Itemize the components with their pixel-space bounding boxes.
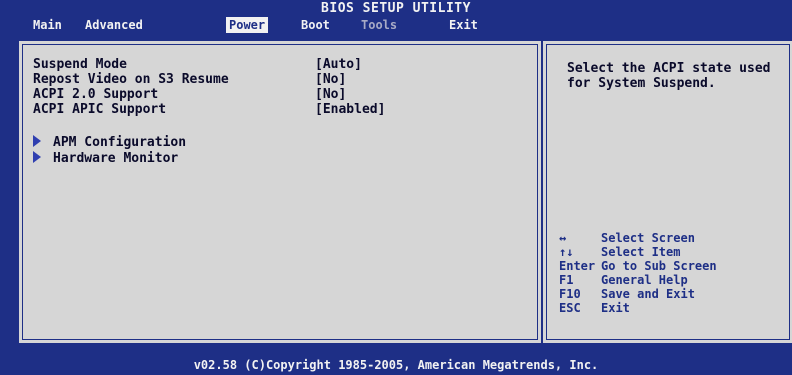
tab-advanced[interactable]: Advanced (82, 17, 146, 33)
key-description: General Help (601, 273, 688, 287)
submenu-arrow-icon (33, 151, 41, 163)
key-legend-item: F1 General Help (559, 273, 789, 287)
key-name: F10 (559, 287, 581, 301)
key-name: Enter (559, 259, 596, 273)
submenu-arrow-icon (33, 135, 41, 147)
setting-value[interactable]: [No] (315, 87, 346, 102)
setting-value[interactable]: [Enabled] (315, 102, 385, 117)
submenu-label: APM Configuration (53, 135, 187, 150)
settings-panel: Suspend Mode [Auto] Repost Video on S3 R… (18, 40, 542, 344)
key-description: Go to Sub Screen (601, 259, 717, 273)
key-description: Exit (601, 301, 630, 315)
key-legend-item: ↔ Select Screen (559, 231, 789, 245)
submenu-label: Hardware Monitor (53, 151, 179, 166)
submenu-hardware-monitor[interactable]: Hardware Monitor (33, 151, 178, 166)
setting-label: Suspend Mode (33, 57, 127, 72)
left-right-arrow-icon: ↔ (559, 231, 567, 245)
setting-value[interactable]: [No] (315, 72, 346, 87)
setting-value[interactable]: [Auto] (315, 57, 362, 72)
key-description: Select Item (601, 245, 681, 259)
up-down-arrow-icon: ↑↓ (559, 245, 574, 259)
tab-exit[interactable]: Exit (446, 17, 481, 33)
tab-tools[interactable]: Tools (358, 17, 400, 33)
key-legend-item: ESC Exit (559, 301, 789, 315)
bios-title: BIOS SETUP UTILITY (321, 1, 471, 16)
tab-power[interactable]: Power (226, 17, 269, 33)
setting-label: ACPI 2.0 Support (33, 87, 159, 102)
key-description: Save and Exit (601, 287, 695, 301)
copyright-footer: v02.58 (C)Copyright 1985-2005, American … (193, 358, 599, 372)
submenu-apm-configuration[interactable]: APM Configuration (33, 135, 186, 150)
key-legend-item: ↑↓ Select Item (559, 245, 789, 259)
help-panel: Select the ACPI state used for System Su… (542, 40, 792, 344)
title-bar: BIOS SETUP UTILITY Main Advanced Power B… (0, 0, 792, 36)
setting-label: ACPI APIC Support (33, 102, 167, 117)
key-legend-item: F10 Save and Exit (559, 287, 789, 301)
key-description: Select Screen (601, 231, 695, 245)
setting-label: Repost Video on S3 Resume (33, 72, 229, 87)
key-legend-item: Enter Go to Sub Screen (559, 259, 789, 273)
tab-main[interactable]: Main (30, 17, 65, 33)
key-name: F1 (559, 273, 574, 287)
tab-boot[interactable]: Boot (298, 17, 333, 33)
key-legend: ↔ Select Screen ↑↓ Select Item Enter Go … (559, 231, 789, 315)
help-text: Select the ACPI state used for System Su… (567, 61, 771, 91)
key-name: ESC (559, 301, 581, 315)
